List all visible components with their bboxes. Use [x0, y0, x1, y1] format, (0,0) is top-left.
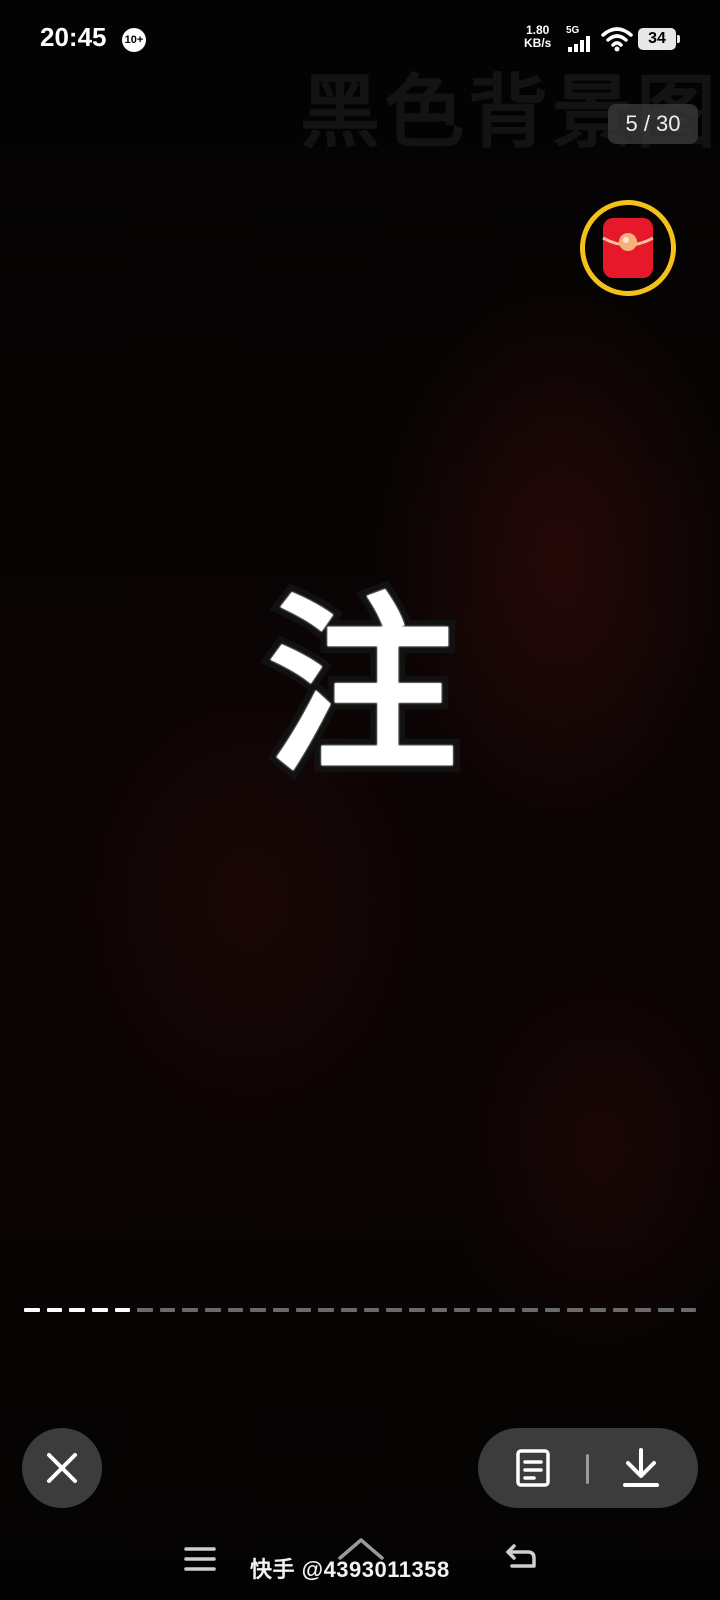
progress-segment — [499, 1308, 516, 1312]
progress-segment — [567, 1308, 584, 1312]
progress-segment — [476, 1308, 493, 1312]
progress-segment — [657, 1308, 674, 1312]
progress-segment — [24, 1308, 40, 1312]
progress-segment — [137, 1308, 153, 1312]
progress-segment — [544, 1308, 561, 1312]
progress-segment — [522, 1308, 538, 1312]
image-center-character: 注 — [260, 570, 464, 805]
progress-segment — [159, 1308, 176, 1312]
progress-segment — [91, 1308, 108, 1312]
progress-segment — [386, 1308, 402, 1312]
action-toolbar — [478, 1428, 698, 1508]
progress-segment — [363, 1308, 380, 1312]
download-button[interactable] — [616, 1446, 666, 1490]
signal-strength-icon — [568, 36, 590, 52]
progress-segment — [340, 1308, 357, 1312]
network-speed: 1.80 KB/s — [524, 24, 551, 50]
toolbar-divider — [586, 1454, 589, 1484]
progress-segment — [590, 1308, 606, 1312]
text-extract-button[interactable] — [508, 1448, 558, 1488]
progress-segment — [114, 1308, 131, 1312]
progress-segment — [680, 1308, 697, 1312]
source-watermark-label: 快手 @4393011358 — [250, 1557, 450, 1582]
page-counter: 5 / 30 — [608, 104, 698, 144]
download-icon — [623, 1448, 659, 1487]
status-bar: 20:45 10+ 1.80 KB/s 5G 34 — [0, 0, 720, 78]
progress-segment — [273, 1308, 289, 1312]
system-navigation-bar: 快手 @4393011358 — [0, 1530, 720, 1590]
progress-segment — [250, 1308, 267, 1312]
progress-segment — [408, 1308, 425, 1312]
page-progress-bar — [24, 1308, 697, 1312]
progress-segment — [612, 1308, 629, 1312]
signal-label: 5G — [566, 25, 580, 36]
progress-segment — [431, 1308, 448, 1312]
wifi-icon — [601, 27, 633, 52]
menu-icon[interactable] — [184, 1546, 216, 1572]
progress-segment — [635, 1308, 651, 1312]
status-time: 20:45 — [40, 22, 107, 52]
close-button[interactable] — [22, 1428, 102, 1508]
progress-segment — [46, 1308, 63, 1312]
progress-segment — [454, 1308, 470, 1312]
progress-segment — [227, 1308, 244, 1312]
notification-badge: 10+ — [122, 28, 146, 52]
red-packet-reward-button[interactable] — [580, 200, 676, 296]
network-speed-unit: KB/s — [524, 36, 552, 50]
document-text-icon — [516, 1449, 550, 1487]
close-icon — [47, 1453, 77, 1483]
progress-segment — [182, 1308, 199, 1312]
progress-segment — [318, 1308, 334, 1312]
red-packet-icon — [602, 218, 654, 278]
back-icon[interactable] — [504, 1542, 538, 1570]
progress-segment — [205, 1308, 221, 1312]
battery-indicator: 34 — [638, 28, 680, 50]
progress-segment — [69, 1308, 85, 1312]
progress-segment — [295, 1308, 312, 1312]
